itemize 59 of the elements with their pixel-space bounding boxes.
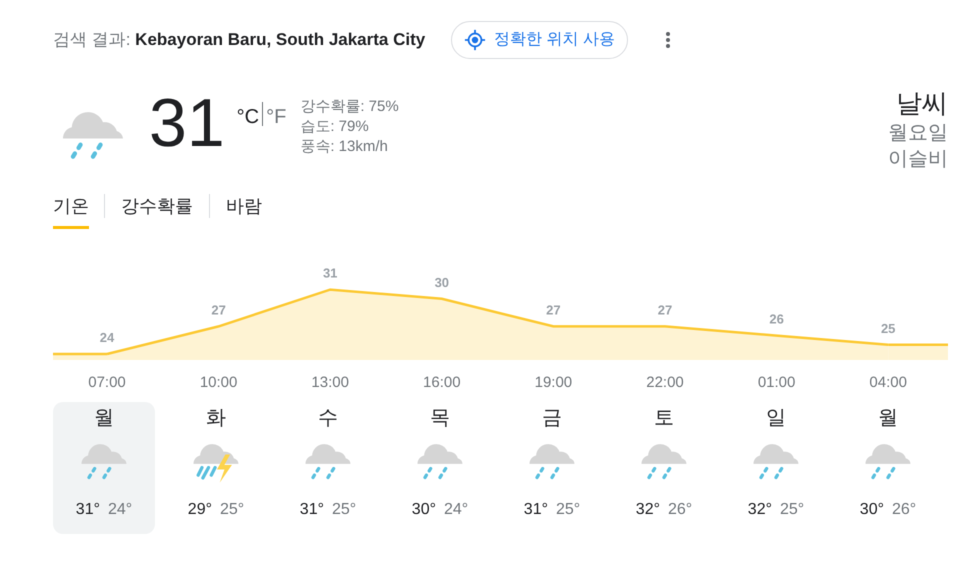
data-label: 24 bbox=[100, 330, 114, 345]
tab[interactable]: 기온 bbox=[53, 192, 89, 229]
weather-title: 날씨 bbox=[896, 87, 948, 120]
high-temperature: 31° bbox=[300, 500, 324, 520]
line-extension bbox=[888, 344, 948, 346]
low-temperature: 26° bbox=[892, 500, 916, 520]
high-temperature: 31° bbox=[524, 500, 548, 520]
data-label: 27 bbox=[658, 302, 672, 318]
current-temperature: 31 bbox=[149, 88, 225, 163]
weather-detail: 풍속: 13km/h bbox=[300, 137, 389, 157]
unit-toggle[interactable]: °C bbox=[236, 102, 260, 132]
day-name: 월 bbox=[94, 406, 114, 431]
day-name: 월 bbox=[878, 406, 898, 431]
search-result-label: 검색 결과: Kebayoran Baru, South Jakarta City bbox=[53, 29, 426, 52]
low-temperature: 26° bbox=[668, 500, 692, 520]
high-temperature: 29° bbox=[188, 500, 212, 520]
data-label: 26 bbox=[769, 312, 784, 327]
day-name: 수 bbox=[318, 406, 338, 431]
low-temperature: 25° bbox=[556, 500, 580, 520]
more-icon[interactable] bbox=[666, 32, 670, 48]
time-label: 07:00 bbox=[88, 373, 126, 393]
day-name: 일 bbox=[766, 406, 786, 431]
time-label: 10:00 bbox=[200, 373, 238, 393]
data-label: 27 bbox=[546, 302, 561, 318]
day-card[interactable]: 월 31° 24° bbox=[53, 402, 155, 534]
location-target-icon bbox=[464, 29, 486, 51]
low-temperature: 25° bbox=[332, 500, 356, 520]
low-temperature: 24° bbox=[108, 500, 132, 520]
high-temperature: 32° bbox=[748, 500, 772, 520]
time-label: 16:00 bbox=[423, 373, 461, 393]
time-label: 04:00 bbox=[869, 373, 907, 393]
time-label: 19:00 bbox=[534, 373, 572, 393]
day-name: 화 bbox=[206, 406, 226, 431]
time-label: 01:00 bbox=[758, 373, 796, 393]
weather-detail: 강수확률: 75% bbox=[300, 97, 399, 117]
weekday-text: 월요일 bbox=[888, 121, 948, 146]
time-label: 13:00 bbox=[311, 373, 349, 393]
day-name: 토 bbox=[654, 406, 674, 431]
high-temperature: 30° bbox=[860, 500, 884, 520]
tab[interactable]: 바람 bbox=[226, 192, 262, 229]
time-label: 22:00 bbox=[646, 373, 684, 393]
data-label: 30 bbox=[434, 274, 450, 290]
high-temperature: 32° bbox=[636, 500, 660, 520]
unit-toggle[interactable]: °F bbox=[266, 102, 286, 132]
low-temperature: 25° bbox=[780, 500, 804, 520]
weather-detail: 습도: 79% bbox=[300, 117, 370, 137]
condition-text: 이슬비 bbox=[888, 147, 948, 172]
high-temperature: 31° bbox=[76, 500, 100, 520]
day-name: 금 bbox=[542, 406, 562, 431]
precise-location-button[interactable]: 정확한 위치 사용 bbox=[451, 21, 628, 59]
day-name: 목 bbox=[430, 406, 450, 431]
data-label: 27 bbox=[211, 302, 226, 318]
line-extension bbox=[53, 352, 107, 356]
data-label: 25 bbox=[880, 320, 896, 336]
high-temperature: 30° bbox=[412, 500, 436, 520]
tab[interactable]: 강수확률 bbox=[121, 192, 193, 229]
low-temperature: 25° bbox=[220, 500, 244, 520]
data-label: 31 bbox=[322, 266, 338, 281]
low-temperature: 24° bbox=[444, 500, 468, 520]
